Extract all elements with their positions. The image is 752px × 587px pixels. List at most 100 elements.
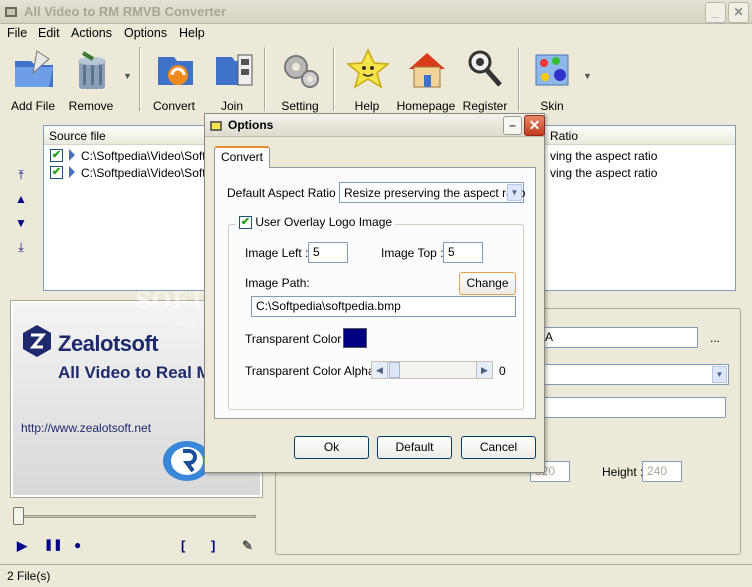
height-label: Height : xyxy=(602,465,644,479)
alpha-label: Transparent Color Alpha : xyxy=(245,364,382,378)
add-file-button[interactable]: Add File xyxy=(3,45,63,115)
menu-help[interactable]: Help xyxy=(179,26,205,40)
row-path: C:\Softpedia\Video\Softp xyxy=(81,166,213,180)
row-checkbox[interactable]: ✔ xyxy=(50,149,63,162)
tab-convert[interactable]: Convert xyxy=(214,146,270,168)
dialog-title-bar[interactable]: Options – ✕ xyxy=(205,114,545,137)
video-file-icon xyxy=(69,166,75,178)
image-top-field[interactable]: 5 xyxy=(443,242,483,263)
toolbar-separator xyxy=(139,47,141,111)
move-down-icon[interactable]: ▼ xyxy=(12,216,30,230)
skin-button[interactable]: Skin xyxy=(522,45,582,115)
menu-file[interactable]: File xyxy=(7,26,27,40)
row-path: C:\Softpedia\Video\Softp xyxy=(81,149,213,163)
trash-icon xyxy=(78,51,106,89)
stop-button[interactable]: ● xyxy=(74,538,81,552)
join-button[interactable]: Join xyxy=(202,45,262,115)
profile-select[interactable]: ▼ xyxy=(540,364,729,385)
image-left-label: Image Left : xyxy=(245,246,309,260)
toolbar: Add File Remove ▼ Convert Join Setting H… xyxy=(0,43,752,115)
app-icon xyxy=(5,7,17,17)
clip-button[interactable]: ✎ xyxy=(242,538,253,554)
add-file-icon xyxy=(15,50,53,87)
alpha-thumb[interactable] xyxy=(389,362,400,378)
alpha-value: 0 xyxy=(499,364,506,378)
title-field[interactable] xyxy=(540,397,726,418)
mark-in-button[interactable]: [ xyxy=(181,538,185,553)
close-button[interactable]: ✕ xyxy=(728,2,749,23)
dialog-title: Options xyxy=(228,118,274,132)
menu-edit[interactable]: Edit xyxy=(38,26,60,40)
default-button[interactable]: Default xyxy=(377,436,452,459)
column-ratio[interactable]: Ratio xyxy=(550,129,578,143)
transparent-color-label: Transparent Color : xyxy=(245,332,348,346)
main-window: All Video to RM RMVB Converter _ ✕ File … xyxy=(0,0,752,587)
home-icon xyxy=(409,53,445,88)
output-path-field[interactable]: A xyxy=(540,327,698,348)
aspect-ratio-label: Default Aspect Ratio : xyxy=(227,186,343,200)
pause-button[interactable]: ❚❚ xyxy=(44,538,62,551)
convert-tab-panel: Default Aspect Ratio : Resize preserving… xyxy=(214,167,536,419)
menu-bar: File Edit Actions Options Help xyxy=(0,24,752,43)
image-path-label: Image Path: xyxy=(245,276,310,290)
image-top-label: Image Top : xyxy=(381,246,444,260)
overlay-checkbox-row[interactable]: ✔ User Overlay Logo Image xyxy=(236,215,396,233)
title-bar[interactable]: All Video to RM RMVB Converter _ ✕ xyxy=(0,0,752,24)
status-text: 2 File(s) xyxy=(7,569,51,583)
add-file-label: Add File xyxy=(10,99,56,113)
row-ratio: ving the aspect ratio xyxy=(550,149,658,163)
browse-button[interactable]: ... xyxy=(710,331,720,345)
preview-url: http://www.zealotsoft.net xyxy=(21,421,152,435)
move-bottom-icon[interactable]: ⤓ xyxy=(12,240,30,254)
scroll-left-icon[interactable]: ◀ xyxy=(372,362,388,378)
row-ratio: ving the aspect ratio xyxy=(550,166,658,180)
dialog-app-icon xyxy=(210,121,222,131)
move-top-icon[interactable]: ⤒ xyxy=(12,168,30,182)
zealotsoft-logo-icon xyxy=(23,325,51,357)
row-checkbox[interactable]: ✔ xyxy=(50,166,63,179)
mark-out-button[interactable]: ] xyxy=(211,538,215,553)
star-help-icon xyxy=(346,48,390,89)
skin-dropdown-icon[interactable]: ▼ xyxy=(583,71,592,81)
menu-actions[interactable]: Actions xyxy=(71,26,112,40)
scroll-right-icon[interactable]: ▶ xyxy=(476,362,492,378)
height-field[interactable]: 240 xyxy=(642,461,682,482)
convert-button[interactable]: Convert xyxy=(144,45,204,115)
cancel-button[interactable]: Cancel xyxy=(461,436,536,459)
homepage-label: Homepage xyxy=(396,99,456,113)
homepage-button[interactable]: Homepage xyxy=(396,45,456,115)
ok-button[interactable]: Ok xyxy=(294,436,369,459)
remove-button[interactable]: Remove xyxy=(61,45,121,115)
image-left-field[interactable]: 5 xyxy=(308,242,348,263)
menu-options[interactable]: Options xyxy=(124,26,167,40)
skin-label: Skin xyxy=(540,99,564,113)
alpha-scrollbar[interactable]: ◀ ▶ xyxy=(371,361,493,379)
status-bar: 2 File(s) xyxy=(0,564,752,587)
seek-thumb[interactable] xyxy=(13,507,24,525)
help-button[interactable]: Help xyxy=(337,45,397,115)
options-dialog: Options – ✕ Convert Default Aspect Ratio… xyxy=(204,113,545,473)
transparent-color-swatch[interactable] xyxy=(343,328,367,348)
dialog-close-button[interactable]: ✕ xyxy=(524,115,545,136)
overlay-checkbox[interactable]: ✔ xyxy=(239,216,252,230)
play-button[interactable]: ▶ xyxy=(17,538,27,554)
image-path-field[interactable]: C:\Softpedia\softpedia.bmp xyxy=(251,296,516,317)
window-title: All Video to RM RMVB Converter xyxy=(24,4,227,19)
move-up-icon[interactable]: ▲ xyxy=(12,192,30,206)
skin-palette-icon xyxy=(535,54,569,86)
seek-track[interactable] xyxy=(18,515,256,518)
change-button[interactable]: Change xyxy=(459,272,516,295)
help-label: Help xyxy=(354,99,380,113)
remove-dropdown-icon[interactable]: ▼ xyxy=(123,71,132,81)
aspect-ratio-select[interactable]: Resize preserving the aspect ratio ▼ xyxy=(339,182,525,203)
column-source-file[interactable]: Source file xyxy=(49,129,106,143)
minimize-button[interactable]: _ xyxy=(705,2,726,23)
register-button[interactable]: Register xyxy=(455,45,515,115)
join-icon xyxy=(216,54,253,86)
key-icon xyxy=(468,50,502,87)
dialog-minimize-button[interactable]: – xyxy=(503,116,522,135)
gear-icon xyxy=(284,55,319,88)
toolbar-separator xyxy=(518,47,520,111)
setting-button[interactable]: Setting xyxy=(270,45,330,115)
toolbar-separator xyxy=(264,47,266,111)
